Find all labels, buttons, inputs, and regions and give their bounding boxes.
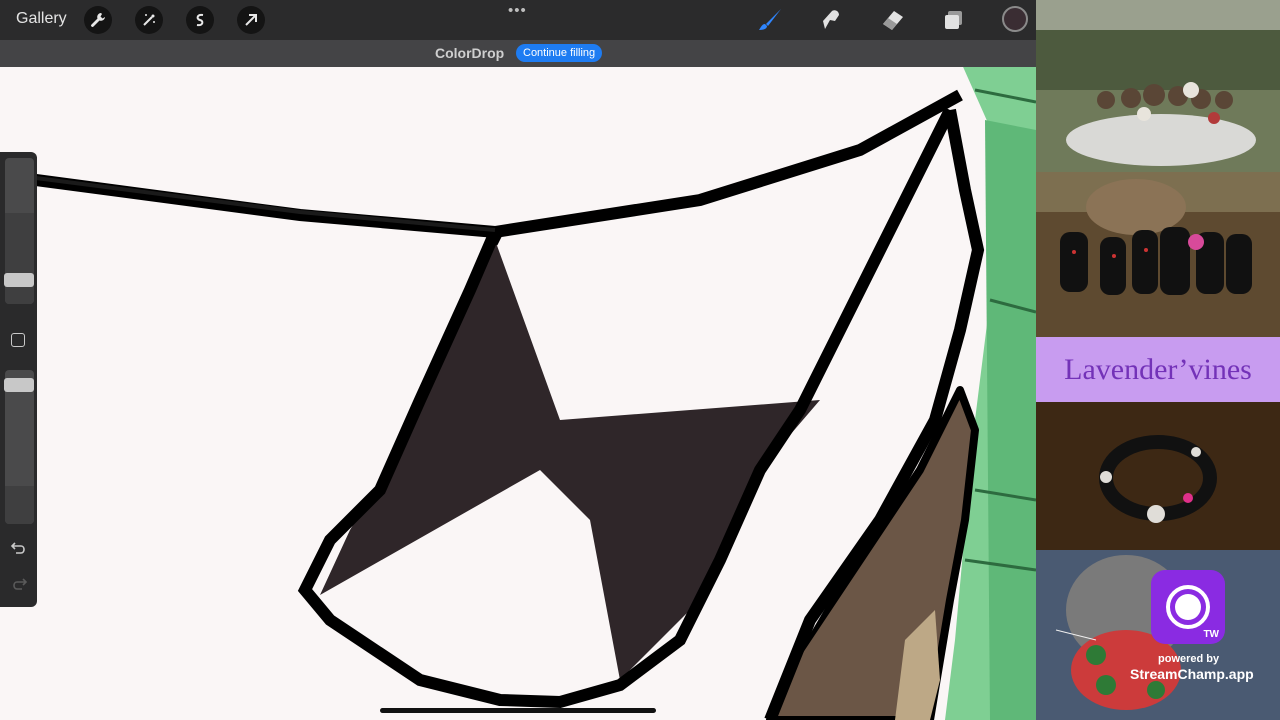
side-slider-panel	[0, 152, 37, 607]
twitch-record-badge[interactable]: TW	[1151, 570, 1225, 644]
toolbar: Gallery •••	[0, 0, 1036, 40]
line-highlight	[35, 176, 496, 232]
modify-button[interactable]	[11, 333, 25, 347]
wrench-icon[interactable]	[84, 6, 112, 34]
stream-scene-ring	[1036, 402, 1280, 550]
brush-size-thumb[interactable]	[4, 273, 34, 287]
record-icon	[1175, 594, 1201, 620]
opacity-thumb[interactable]	[4, 378, 34, 392]
powered-by-label: powered by	[1158, 653, 1220, 665]
layers-icon[interactable]	[940, 6, 968, 34]
badge-label: TW	[1203, 629, 1219, 640]
magic-wand-icon[interactable]	[135, 6, 163, 34]
drawing-canvas[interactable]	[0, 0, 1036, 720]
continue-filling-button[interactable]: Continue filling	[516, 44, 603, 62]
home-indicator[interactable]	[380, 708, 656, 713]
redo-icon[interactable]	[9, 574, 29, 594]
canvas-artwork	[35, 60, 1036, 720]
opacity-slider[interactable]	[5, 370, 34, 524]
colordrop-bar: ColorDrop Continue filling	[0, 40, 1036, 67]
color-swatch[interactable]	[1002, 6, 1028, 32]
brand-text: Lavender’vines	[1064, 352, 1252, 386]
streamchamp-label: StreamChamp.app	[1130, 666, 1254, 682]
transform-arrow-icon[interactable]	[237, 6, 265, 34]
green-frame-shadow	[985, 120, 1036, 720]
brand-banner: Lavender’vines	[1036, 337, 1280, 402]
stream-scene-group	[1036, 0, 1280, 172]
undo-icon[interactable]	[9, 538, 29, 558]
selection-icon[interactable]	[186, 6, 214, 34]
smudge-icon[interactable]	[817, 6, 845, 34]
gallery-button[interactable]: Gallery	[16, 10, 67, 28]
stream-scene-cats	[1036, 172, 1280, 337]
colordrop-title: ColorDrop	[435, 45, 505, 61]
more-icon[interactable]: •••	[508, 2, 527, 19]
eraser-icon[interactable]	[879, 6, 907, 34]
brush-icon[interactable]	[756, 6, 784, 34]
